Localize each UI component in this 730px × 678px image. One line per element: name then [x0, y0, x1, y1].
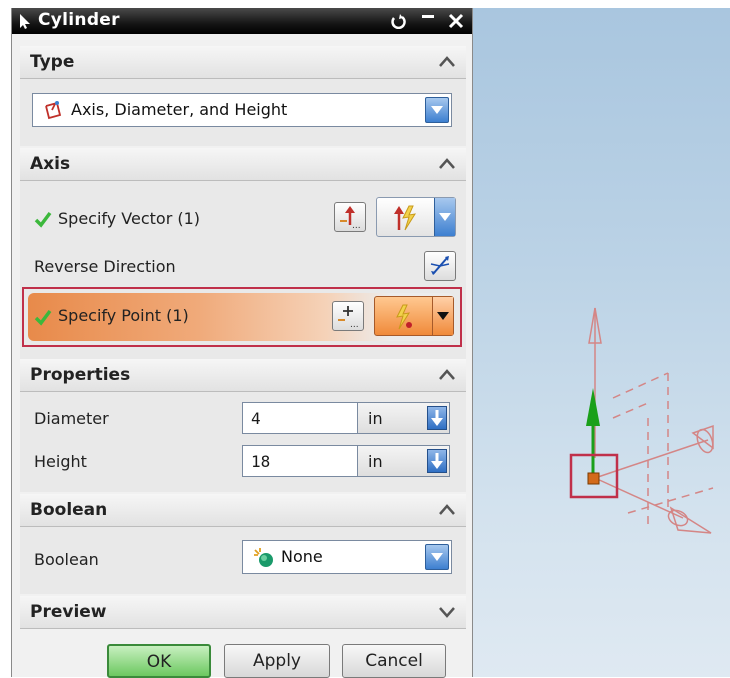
properties-section-title: Properties — [30, 365, 131, 385]
boolean-label: Boolean — [34, 550, 99, 569]
specify-point-label: Specify Point (1) — [58, 306, 189, 325]
chevron-up-icon[interactable] — [436, 154, 458, 174]
type-dropdown-value: Axis, Diameter, and Height — [71, 100, 288, 119]
chevron-down-icon[interactable] — [432, 297, 453, 335]
properties-section-body: Diameter 4 in Height 18 in — [20, 392, 466, 492]
svg-text:...: ... — [352, 221, 361, 231]
type-section-header[interactable]: Type — [20, 46, 466, 79]
dialog-title: Cylinder — [38, 10, 120, 30]
inferred-vector-icon — [389, 204, 419, 236]
minimize-icon[interactable] — [418, 10, 438, 32]
boolean-section-title: Boolean — [30, 500, 108, 520]
point-type-split-button[interactable] — [374, 296, 454, 336]
axis-section-title: Axis — [30, 154, 71, 174]
svg-text:...: ... — [350, 320, 359, 330]
chevron-up-icon[interactable] — [436, 365, 458, 385]
ok-button[interactable]: OK — [107, 644, 211, 678]
diameter-label: Diameter — [34, 409, 109, 428]
boolean-section-header[interactable]: Boolean — [20, 494, 466, 527]
chevron-down-icon[interactable] — [425, 544, 449, 570]
point-dialog-button[interactable]: ... — [332, 301, 364, 331]
axis-section-header[interactable]: Axis — [20, 148, 466, 181]
axis-section-body: Specify Vector (1) ... Reverse Direction… — [20, 181, 466, 359]
cylinder-type-icon — [43, 100, 65, 126]
reverse-direction-label: Reverse Direction — [34, 257, 176, 276]
chevron-up-icon[interactable] — [436, 500, 458, 520]
cylinder-dialog: Cylinder Type Axis, Diameter, and Height — [11, 8, 473, 678]
vector-dialog-button[interactable]: ... — [334, 202, 366, 232]
chevron-up-icon[interactable] — [436, 52, 458, 72]
type-dropdown[interactable]: Axis, Diameter, and Height — [32, 93, 452, 127]
reverse-direction-button[interactable] — [424, 251, 456, 281]
chevron-down-icon[interactable] — [425, 97, 449, 123]
diameter-input[interactable]: 4 — [242, 402, 358, 434]
arrow-down-icon[interactable] — [427, 406, 447, 430]
boolean-dropdown-value: None — [281, 547, 323, 566]
diameter-value: 4 — [251, 409, 261, 428]
check-icon — [34, 210, 52, 232]
boolean-none-icon — [253, 547, 275, 573]
height-unit-dropdown[interactable]: in — [358, 445, 450, 477]
height-value: 18 — [251, 452, 271, 471]
height-unit: in — [368, 452, 383, 471]
chevron-down-icon[interactable] — [436, 602, 458, 622]
dialog-titlebar[interactable]: Cylinder — [12, 8, 472, 34]
type-section-body: Axis, Diameter, and Height — [20, 79, 466, 146]
pointer-icon — [18, 13, 32, 34]
cylinder-preview — [569, 307, 714, 534]
close-icon[interactable] — [446, 10, 466, 32]
specify-point-row[interactable]: Specify Point (1) ... — [22, 287, 462, 347]
specify-vector-label[interactable]: Specify Vector (1) — [58, 209, 200, 228]
diameter-unit: in — [368, 409, 383, 428]
graphics-viewport[interactable] — [473, 8, 730, 677]
check-icon — [34, 308, 52, 330]
boolean-section-body: Boolean None — [20, 527, 466, 594]
chevron-down-icon[interactable] — [434, 198, 455, 236]
arrow-down-icon[interactable] — [427, 449, 447, 473]
apply-button[interactable]: Apply — [224, 644, 330, 678]
height-label: Height — [34, 452, 87, 471]
boolean-dropdown[interactable]: None — [242, 540, 452, 574]
reset-icon[interactable] — [388, 10, 408, 32]
height-input[interactable]: 18 — [242, 445, 358, 477]
preview-section-header[interactable]: Preview — [20, 596, 466, 629]
type-section-title: Type — [30, 52, 75, 72]
preview-section-title: Preview — [30, 602, 107, 622]
cancel-button[interactable]: Cancel — [342, 644, 446, 678]
inferred-point-icon — [387, 303, 417, 335]
diameter-unit-dropdown[interactable]: in — [358, 402, 450, 434]
properties-section-header[interactable]: Properties — [20, 359, 466, 392]
vector-type-split-button[interactable] — [376, 197, 456, 237]
